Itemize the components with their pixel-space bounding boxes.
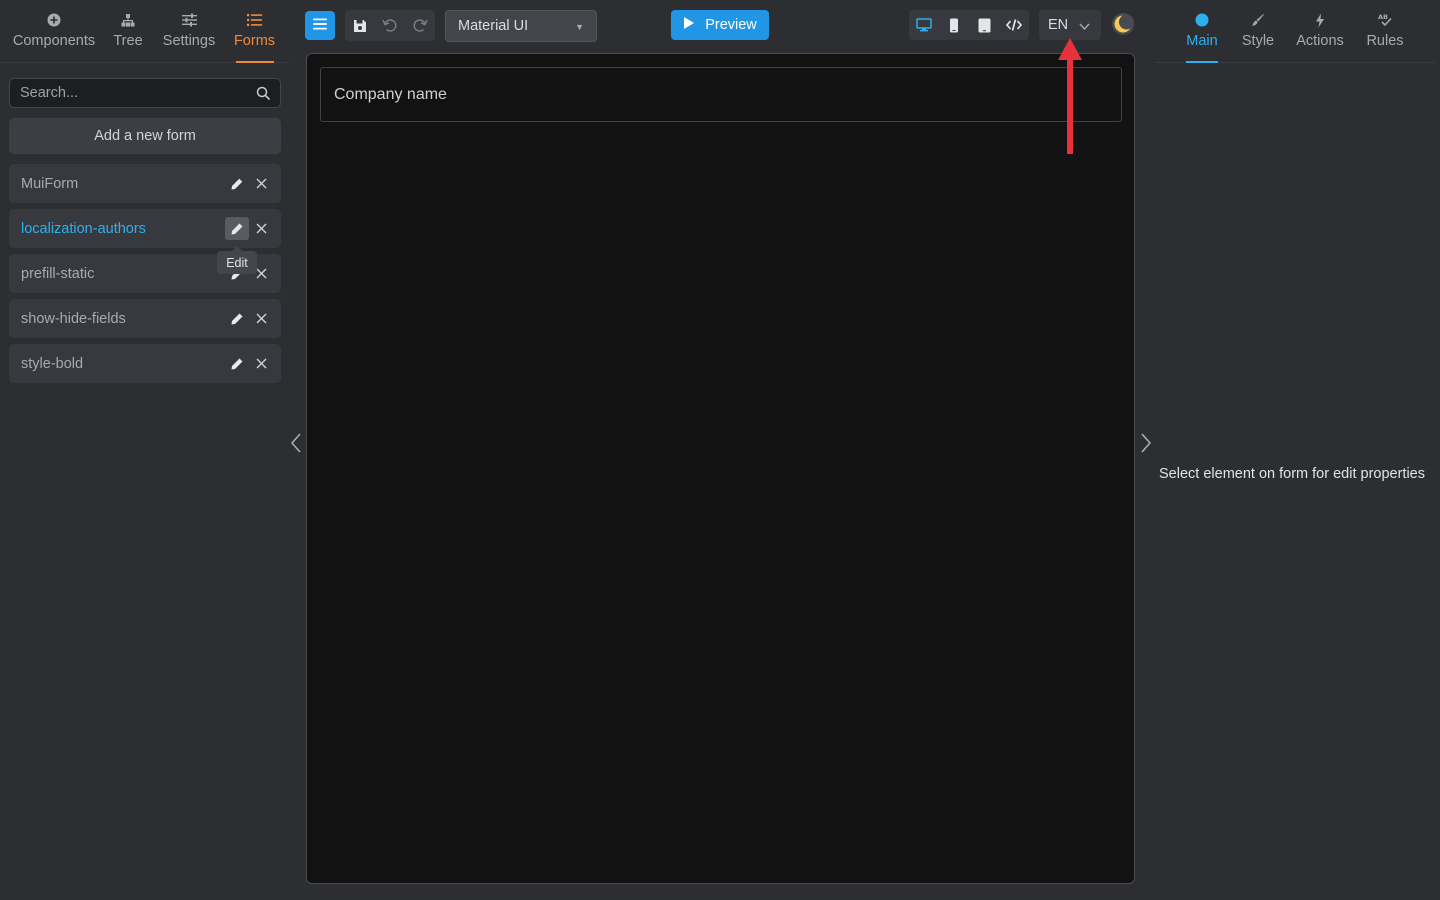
search-box <box>9 78 281 108</box>
company-name-field[interactable]: Company name <box>320 67 1122 122</box>
play-icon <box>683 16 695 34</box>
add-new-form-button[interactable]: Add a new form <box>9 118 281 154</box>
edit-pen-icon[interactable] <box>225 307 249 330</box>
plus-circle-icon <box>46 12 62 28</box>
form-canvas[interactable]: Company name <box>306 53 1135 884</box>
tab-rules-label: Rules <box>1366 33 1404 49</box>
tab-rules[interactable]: AB Rules <box>1365 0 1405 63</box>
svg-text:AB: AB <box>1378 13 1388 21</box>
tablet-view-icon[interactable] <box>973 15 995 35</box>
theme-select[interactable]: Material UI ▼ <box>445 10 597 42</box>
language-select-value: EN <box>1048 17 1069 33</box>
language-select[interactable]: EN <box>1039 10 1101 40</box>
edit-pen-icon[interactable] <box>225 352 249 375</box>
tab-tree[interactable]: Tree <box>110 0 146 63</box>
edit-pen-icon[interactable] <box>225 172 249 195</box>
close-icon[interactable] <box>253 307 269 330</box>
desktop-view-icon[interactable] <box>913 15 935 35</box>
undo-icon[interactable] <box>380 15 400 36</box>
code-icon[interactable] <box>1003 15 1025 35</box>
brush-icon <box>1250 12 1266 28</box>
search-input[interactable] <box>20 85 240 101</box>
close-icon[interactable] <box>253 352 269 375</box>
form-item-muiform[interactable]: MuiForm <box>9 164 281 203</box>
hamburger-icon <box>313 17 327 35</box>
tab-actions-label: Actions <box>1296 33 1344 49</box>
form-item-localization-authors[interactable]: localization-authors <box>9 209 281 248</box>
close-icon[interactable] <box>253 217 269 240</box>
tab-main-label: Main <box>1186 33 1218 49</box>
edit-actions-group <box>345 10 435 41</box>
form-item-label: MuiForm <box>21 175 79 192</box>
moon-icon[interactable] <box>1111 12 1135 36</box>
tab-forms-label: Forms <box>233 33 276 49</box>
tab-main[interactable]: Main <box>1185 0 1219 63</box>
preview-button-label: Preview <box>705 17 757 33</box>
form-item-show-hide-fields[interactable]: show-hide-fields <box>9 299 281 338</box>
tab-style-label: Style <box>1241 33 1275 49</box>
redo-icon[interactable] <box>410 15 430 36</box>
tab-actions[interactable]: Actions <box>1295 0 1345 63</box>
left-panel: Components Tree Settings Forms Add a new… <box>0 0 289 900</box>
preview-button[interactable]: Preview <box>671 10 769 40</box>
properties-empty-message: Select element on form for edit properti… <box>1159 466 1425 482</box>
close-icon[interactable] <box>253 172 269 195</box>
view-mode-group <box>909 10 1029 40</box>
save-icon[interactable] <box>350 15 370 36</box>
annotation-arrow-icon <box>1058 38 1082 154</box>
edit-tooltip: Edit <box>217 246 257 274</box>
theme-select-value: Material UI <box>458 18 529 34</box>
list-icon <box>247 12 263 28</box>
right-tab-bar: Main Style Actions AB Rules <box>1155 0 1435 63</box>
caret-down-icon: ▼ <box>575 22 584 32</box>
form-item-label: show-hide-fields <box>21 310 126 327</box>
company-name-label: Company name <box>334 85 447 103</box>
search-icon[interactable] <box>256 86 270 105</box>
tab-forms[interactable]: Forms <box>233 0 276 63</box>
form-item-label: localization-authors <box>21 220 146 237</box>
edit-pen-icon[interactable] <box>225 217 249 240</box>
mobile-view-icon[interactable] <box>943 15 965 35</box>
tree-icon <box>120 12 136 28</box>
circle-dot-icon <box>1194 12 1210 28</box>
sliders-icon <box>181 12 197 28</box>
right-panel: Main Style Actions AB Rules Select eleme… <box>1155 0 1440 900</box>
form-item-label: prefill-static <box>21 265 95 282</box>
form-item-label: style-bold <box>21 355 84 372</box>
tab-settings[interactable]: Settings <box>162 0 216 63</box>
form-item-style-bold[interactable]: style-bold <box>9 344 281 383</box>
tab-components-label: Components <box>12 33 96 49</box>
lightning-icon <box>1312 12 1328 28</box>
collapse-left-panel-chevron-icon[interactable] <box>289 432 303 454</box>
tab-components[interactable]: Components <box>12 0 96 63</box>
tab-settings-label: Settings <box>162 33 216 49</box>
left-tab-bar: Components Tree Settings Forms <box>0 0 289 63</box>
menu-button[interactable] <box>305 11 335 40</box>
tab-style[interactable]: Style <box>1240 0 1276 63</box>
tab-tree-label: Tree <box>113 33 143 49</box>
collapse-right-panel-chevron-icon[interactable] <box>1139 432 1153 454</box>
chevron-down-icon <box>1079 19 1090 37</box>
ab-check-icon: AB <box>1377 12 1393 28</box>
